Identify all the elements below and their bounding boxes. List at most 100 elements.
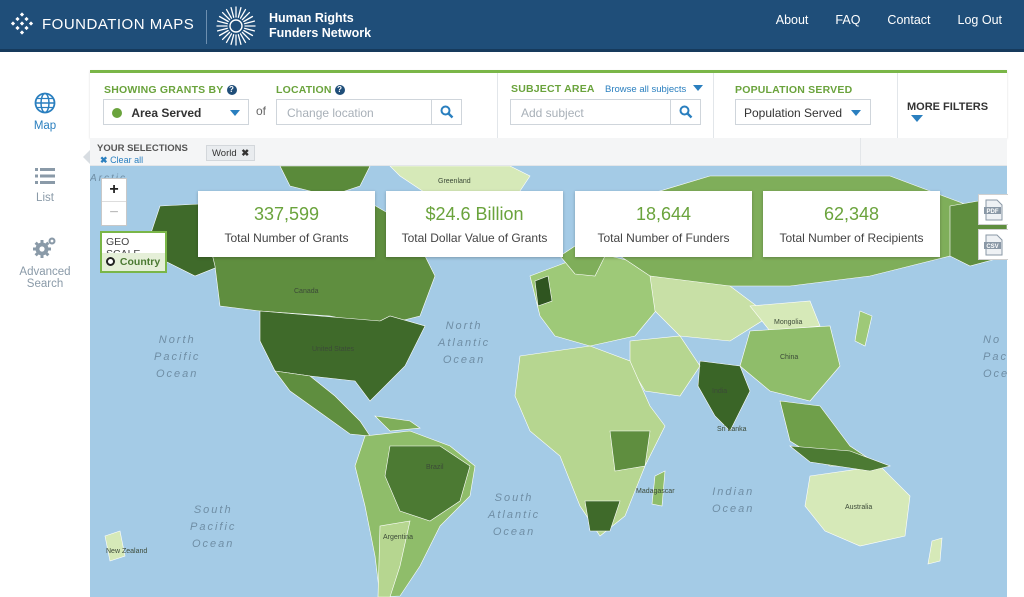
sidebar-item-list[interactable]: List	[0, 166, 90, 204]
sidebar-item-advanced-label-2: Search	[26, 278, 64, 290]
geo-scale-country-option[interactable]: Country	[102, 253, 165, 271]
north-pacific-line3: Ocean	[155, 368, 199, 380]
grants-by-label-text: SHOWING GRANTS BY	[104, 84, 224, 96]
stat-card-total-recipients: 62,348 Total Number of Recipients	[763, 191, 940, 257]
radio-selected-icon	[106, 257, 115, 266]
country-label: Sri Lanka	[717, 426, 747, 433]
north-atlantic-line2: Atlantic	[438, 337, 491, 349]
browse-subjects-link[interactable]: Browse all subjects	[605, 84, 703, 95]
stat-value: $24.6 Billion	[425, 204, 524, 224]
south-africa-region	[584, 500, 621, 532]
north-pacific-right-line3: Oce	[983, 368, 1007, 380]
population-served-value: Population Served	[744, 106, 843, 120]
filter-bar: SHOWING GRANTS BY? Area Served of LOCATI…	[90, 70, 1007, 138]
india-region	[697, 360, 751, 432]
stat-label: Total Number of Funders	[597, 231, 730, 245]
sidebar-item-advanced-search[interactable]: Advanced Search	[0, 236, 90, 290]
search-icon	[440, 105, 454, 119]
export-pdf-button[interactable]: PDF	[978, 194, 1008, 225]
subject-search-button[interactable]	[670, 99, 701, 125]
sunburst-ray	[237, 34, 242, 46]
foundation-maps-logo[interactable]: FOUNDATION MAPS	[10, 12, 194, 36]
active-item-pointer	[83, 150, 90, 164]
location-search-button[interactable]	[431, 99, 462, 125]
mongolia-region	[749, 300, 821, 332]
stat-label: Total Number of Grants	[224, 231, 349, 245]
clear-all-link[interactable]: ✖ Clear all	[100, 155, 143, 166]
location-input[interactable]: Change location	[276, 99, 432, 125]
nav-faq-link[interactable]: FAQ	[835, 13, 860, 27]
population-served-label: POPULATION SERVED	[735, 84, 853, 96]
grants-by-select-value: Area Served	[131, 106, 202, 120]
south-atlantic-label: South Atlantic Ocean	[488, 490, 540, 541]
pdf-file-icon: PDF	[984, 199, 1003, 221]
stat-label: Total Number of Recipients	[779, 231, 924, 245]
export-csv-button[interactable]: CSV	[978, 229, 1008, 260]
help-icon[interactable]: ?	[334, 85, 345, 95]
partner-name-line2: Funders Network	[269, 26, 372, 40]
of-text: of	[256, 104, 267, 118]
sunburst-ray	[216, 27, 228, 32]
stat-value: 18,644	[635, 204, 692, 224]
country-label: Greenland	[438, 178, 471, 185]
chevron-down-icon	[230, 110, 240, 116]
chevron-down-icon	[692, 85, 703, 91]
your-selections-title: YOUR SELECTIONS	[97, 143, 188, 154]
country-label: Australia	[845, 504, 873, 511]
population-served-group: POPULATION SERVED Population Served	[714, 73, 898, 138]
north-pacific-right-line2: Pac	[983, 351, 1007, 363]
china-region	[739, 325, 841, 402]
zoom-control: + −	[101, 178, 127, 226]
nav-contact-link[interactable]: Contact	[887, 13, 930, 27]
population-served-select[interactable]: Population Served	[735, 99, 871, 125]
nav-logout-link[interactable]: Log Out	[958, 13, 1002, 27]
selection-chip-world[interactable]: World ✖	[206, 145, 256, 161]
north-pacific-line1: North	[158, 334, 196, 346]
list-icon	[35, 168, 55, 184]
gear-icon	[33, 237, 56, 258]
area-served-dot-icon	[112, 108, 122, 118]
zoom-out-button[interactable]: −	[102, 202, 126, 225]
south-pacific-line2: Pacific	[190, 521, 237, 533]
north-atlantic-line3: Ocean	[442, 354, 486, 366]
zoom-in-button[interactable]: +	[102, 179, 126, 202]
left-sidebar: Map List Advanced Search	[0, 52, 90, 597]
nav-about-link[interactable]: About	[776, 13, 809, 27]
subject-area-group: SUBJECT AREA Browse all subjects Add sub…	[498, 73, 714, 138]
subject-area-label: SUBJECT AREA	[511, 83, 595, 95]
country-label: India	[712, 388, 728, 395]
stat-value: 62,348	[823, 204, 880, 224]
sunburst-logo-icon	[216, 6, 256, 46]
grants-by-select[interactable]: Area Served	[103, 99, 249, 125]
united-states-region	[259, 310, 426, 402]
remove-chip-icon[interactable]: ✖	[241, 148, 249, 159]
pdf-label: PDF	[987, 209, 999, 215]
caribbean-region	[374, 415, 421, 432]
indian-ocean-line1: Indian	[712, 486, 755, 498]
sidebar-item-advanced-label-1: Advanced	[19, 266, 71, 278]
sidebar-item-map-label: Map	[33, 120, 57, 132]
csv-label: CSV	[986, 244, 998, 250]
sunburst-ray	[244, 27, 256, 32]
top-nav: About FAQ Contact Log Out	[749, 13, 1002, 27]
country-label: Canada	[294, 288, 319, 295]
south-atlantic-line3: Ocean	[492, 526, 536, 538]
stat-card-total-grants: 337,599 Total Number of Grants	[198, 191, 375, 257]
partner-logo[interactable]: Human Rights Funders Network	[215, 5, 371, 47]
partner-name: Human Rights Funders Network	[269, 11, 371, 41]
country-label: Madagascar	[636, 488, 675, 495]
north-atlantic-label: North Atlantic Ocean	[438, 318, 490, 369]
your-selections-bar: YOUR SELECTIONS ✖ Clear all World ✖	[90, 138, 1007, 166]
location-label-text: LOCATION	[276, 84, 332, 96]
partner-name-line1: Human Rights	[269, 11, 354, 25]
sidebar-item-map[interactable]: Map	[0, 92, 90, 132]
new-zealand-left-region	[104, 530, 126, 562]
help-icon[interactable]: ?	[226, 85, 237, 95]
more-filters-button[interactable]: MORE FILTERS	[907, 101, 1007, 125]
south-pacific-line3: Ocean	[191, 538, 235, 550]
search-icon	[679, 105, 693, 119]
south-pacific-line1: South	[193, 504, 233, 516]
selections-divider	[860, 138, 861, 166]
chevron-down-icon	[851, 110, 861, 116]
subject-input[interactable]: Add subject	[510, 99, 672, 125]
